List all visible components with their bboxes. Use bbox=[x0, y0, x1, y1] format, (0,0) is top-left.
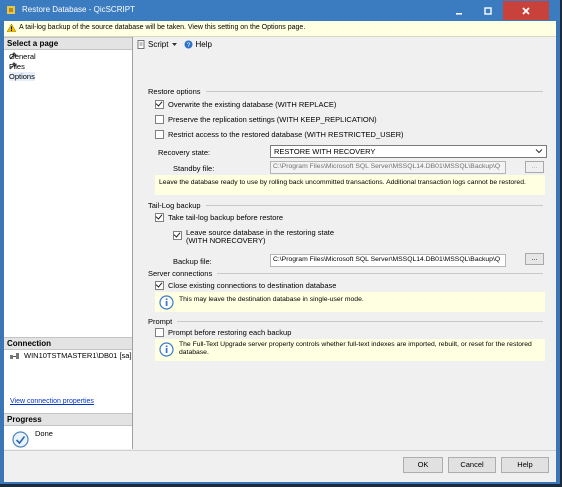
backup-file-label: Backup file: bbox=[173, 257, 212, 266]
window-title: Restore Database - QicSCRIPT bbox=[22, 5, 135, 14]
prompt-note: The Full-Text Upgrade server property co… bbox=[155, 339, 545, 361]
script-icon bbox=[137, 39, 145, 49]
standby-file-field[interactable]: C:\Program Files\Microsoft SQL Server\MS… bbox=[270, 161, 506, 174]
backup-file-field[interactable]: C:\Program Files\Microsoft SQL Server\MS… bbox=[270, 254, 506, 267]
overwrite-checkbox[interactable]: Overwrite the existing database (WITH RE… bbox=[155, 100, 336, 109]
page-item-files[interactable]: Files bbox=[9, 61, 25, 71]
left-pane: Select a page General Files Options Conn… bbox=[4, 37, 133, 449]
server-connection-icon bbox=[10, 352, 19, 359]
help-label: Help bbox=[195, 39, 212, 49]
cancel-button[interactable]: Cancel bbox=[448, 457, 496, 473]
help-button[interactable]: ? Help bbox=[184, 39, 212, 49]
take-tail-log-label: Take tail-log backup before restore bbox=[168, 213, 284, 222]
info-bar: A tail-log backup of the source database… bbox=[4, 21, 556, 37]
server-connections-header: Server connections bbox=[148, 269, 213, 278]
connection-header: Connection bbox=[4, 337, 132, 350]
help-icon: ? bbox=[184, 40, 193, 49]
leave-source-label: Leave source database in the restoring s… bbox=[186, 228, 335, 245]
chevron-down-icon bbox=[535, 149, 543, 154]
standby-file-label: Standby file: bbox=[173, 164, 215, 173]
done-check-icon bbox=[12, 431, 29, 448]
warning-icon bbox=[7, 24, 16, 32]
tail-log-header: Tail-Log backup bbox=[148, 201, 201, 210]
restore-options-header: Restore options bbox=[148, 87, 201, 96]
dialog-body: A tail-log backup of the source database… bbox=[4, 21, 556, 482]
info-icon bbox=[159, 342, 174, 357]
checkbox-box bbox=[155, 130, 164, 139]
info-bar-text: A tail-log backup of the source database… bbox=[19, 24, 306, 31]
backup-file-browse-button[interactable]: ... bbox=[525, 253, 544, 265]
maximize-icon bbox=[484, 6, 492, 15]
app-icon bbox=[7, 6, 15, 14]
ok-button[interactable]: OK bbox=[403, 457, 443, 473]
checkbox-box bbox=[155, 213, 164, 222]
prompt-header: Prompt bbox=[148, 317, 173, 326]
recovery-state-select[interactable]: RESTORE WITH RECOVERY bbox=[270, 145, 547, 158]
toolbar: Script ? Help bbox=[133, 37, 556, 51]
tail-log-group: Tail-Log backup bbox=[148, 201, 543, 210]
page-item-options[interactable]: Options bbox=[9, 71, 35, 81]
restrict-label: Restrict access to the restored database… bbox=[168, 130, 404, 139]
select-page-header: Select a page bbox=[4, 37, 132, 50]
preserve-label: Preserve the replication settings (WITH … bbox=[168, 115, 377, 124]
close-icon bbox=[522, 6, 530, 15]
progress-status: Done bbox=[35, 429, 53, 438]
svg-text:?: ? bbox=[187, 42, 191, 49]
checkbox-box bbox=[155, 115, 164, 124]
view-connection-properties-link[interactable]: View connection properties bbox=[10, 398, 94, 405]
restore-options-group: Restore options bbox=[148, 87, 543, 96]
take-tail-log-checkbox[interactable]: Take tail-log backup before restore bbox=[155, 213, 283, 222]
preserve-replication-checkbox[interactable]: Preserve the replication settings (WITH … bbox=[155, 115, 377, 124]
button-bar: OK Cancel Help bbox=[4, 450, 556, 482]
prompt-group: Prompt bbox=[148, 317, 543, 326]
script-button[interactable]: Script bbox=[137, 40, 178, 49]
standby-browse-button[interactable]: ... bbox=[525, 161, 544, 173]
checkbox-box bbox=[173, 231, 182, 240]
info-icon bbox=[159, 295, 174, 310]
title-bar[interactable]: Restore Database - QicSCRIPT bbox=[0, 0, 560, 21]
recovery-state-label: Recovery state: bbox=[158, 148, 211, 157]
progress-header: Progress bbox=[4, 413, 132, 426]
maximize-button[interactable] bbox=[474, 1, 502, 20]
minimize-icon bbox=[456, 12, 462, 15]
prompt-before-checkbox[interactable]: Prompt before restoring each backup bbox=[155, 328, 291, 337]
checkbox-box bbox=[155, 281, 164, 290]
server-connections-group: Server connections bbox=[148, 269, 543, 278]
options-pane: Script ? Help Restore options Overwrite … bbox=[133, 37, 556, 449]
close-connections-checkbox[interactable]: Close existing connections to destinatio… bbox=[155, 281, 336, 290]
prompt-before-label: Prompt before restoring each backup bbox=[168, 328, 292, 337]
recovery-note: Leave the database ready to use by rolli… bbox=[155, 175, 545, 195]
restrict-access-checkbox[interactable]: Restrict access to the restored database… bbox=[155, 130, 404, 139]
chevron-down-icon bbox=[172, 42, 178, 46]
close-connections-label: Close existing connections to destinatio… bbox=[168, 281, 337, 290]
restore-database-window: Restore Database - QicSCRIPT A tail-log … bbox=[0, 0, 560, 484]
connection-info: WIN10TSTMASTER1\DB01 [sa] bbox=[10, 351, 132, 360]
overwrite-label: Overwrite the existing database (WITH RE… bbox=[168, 100, 337, 109]
checkbox-box bbox=[155, 328, 164, 337]
minimize-button[interactable] bbox=[445, 1, 473, 20]
checkbox-box bbox=[155, 100, 164, 109]
help-dialog-button[interactable]: Help bbox=[501, 457, 549, 473]
connection-value: WIN10TSTMASTER1\DB01 [sa] bbox=[24, 351, 132, 360]
leave-source-checkbox[interactable]: Leave source database in the restoring s… bbox=[173, 229, 334, 245]
page-item-general[interactable]: General bbox=[9, 51, 36, 61]
server-connections-note: This may leave the destination database … bbox=[155, 292, 545, 312]
script-label: Script bbox=[148, 39, 169, 49]
close-button[interactable] bbox=[503, 1, 549, 20]
recovery-state-value: RESTORE WITH RECOVERY bbox=[274, 147, 376, 156]
